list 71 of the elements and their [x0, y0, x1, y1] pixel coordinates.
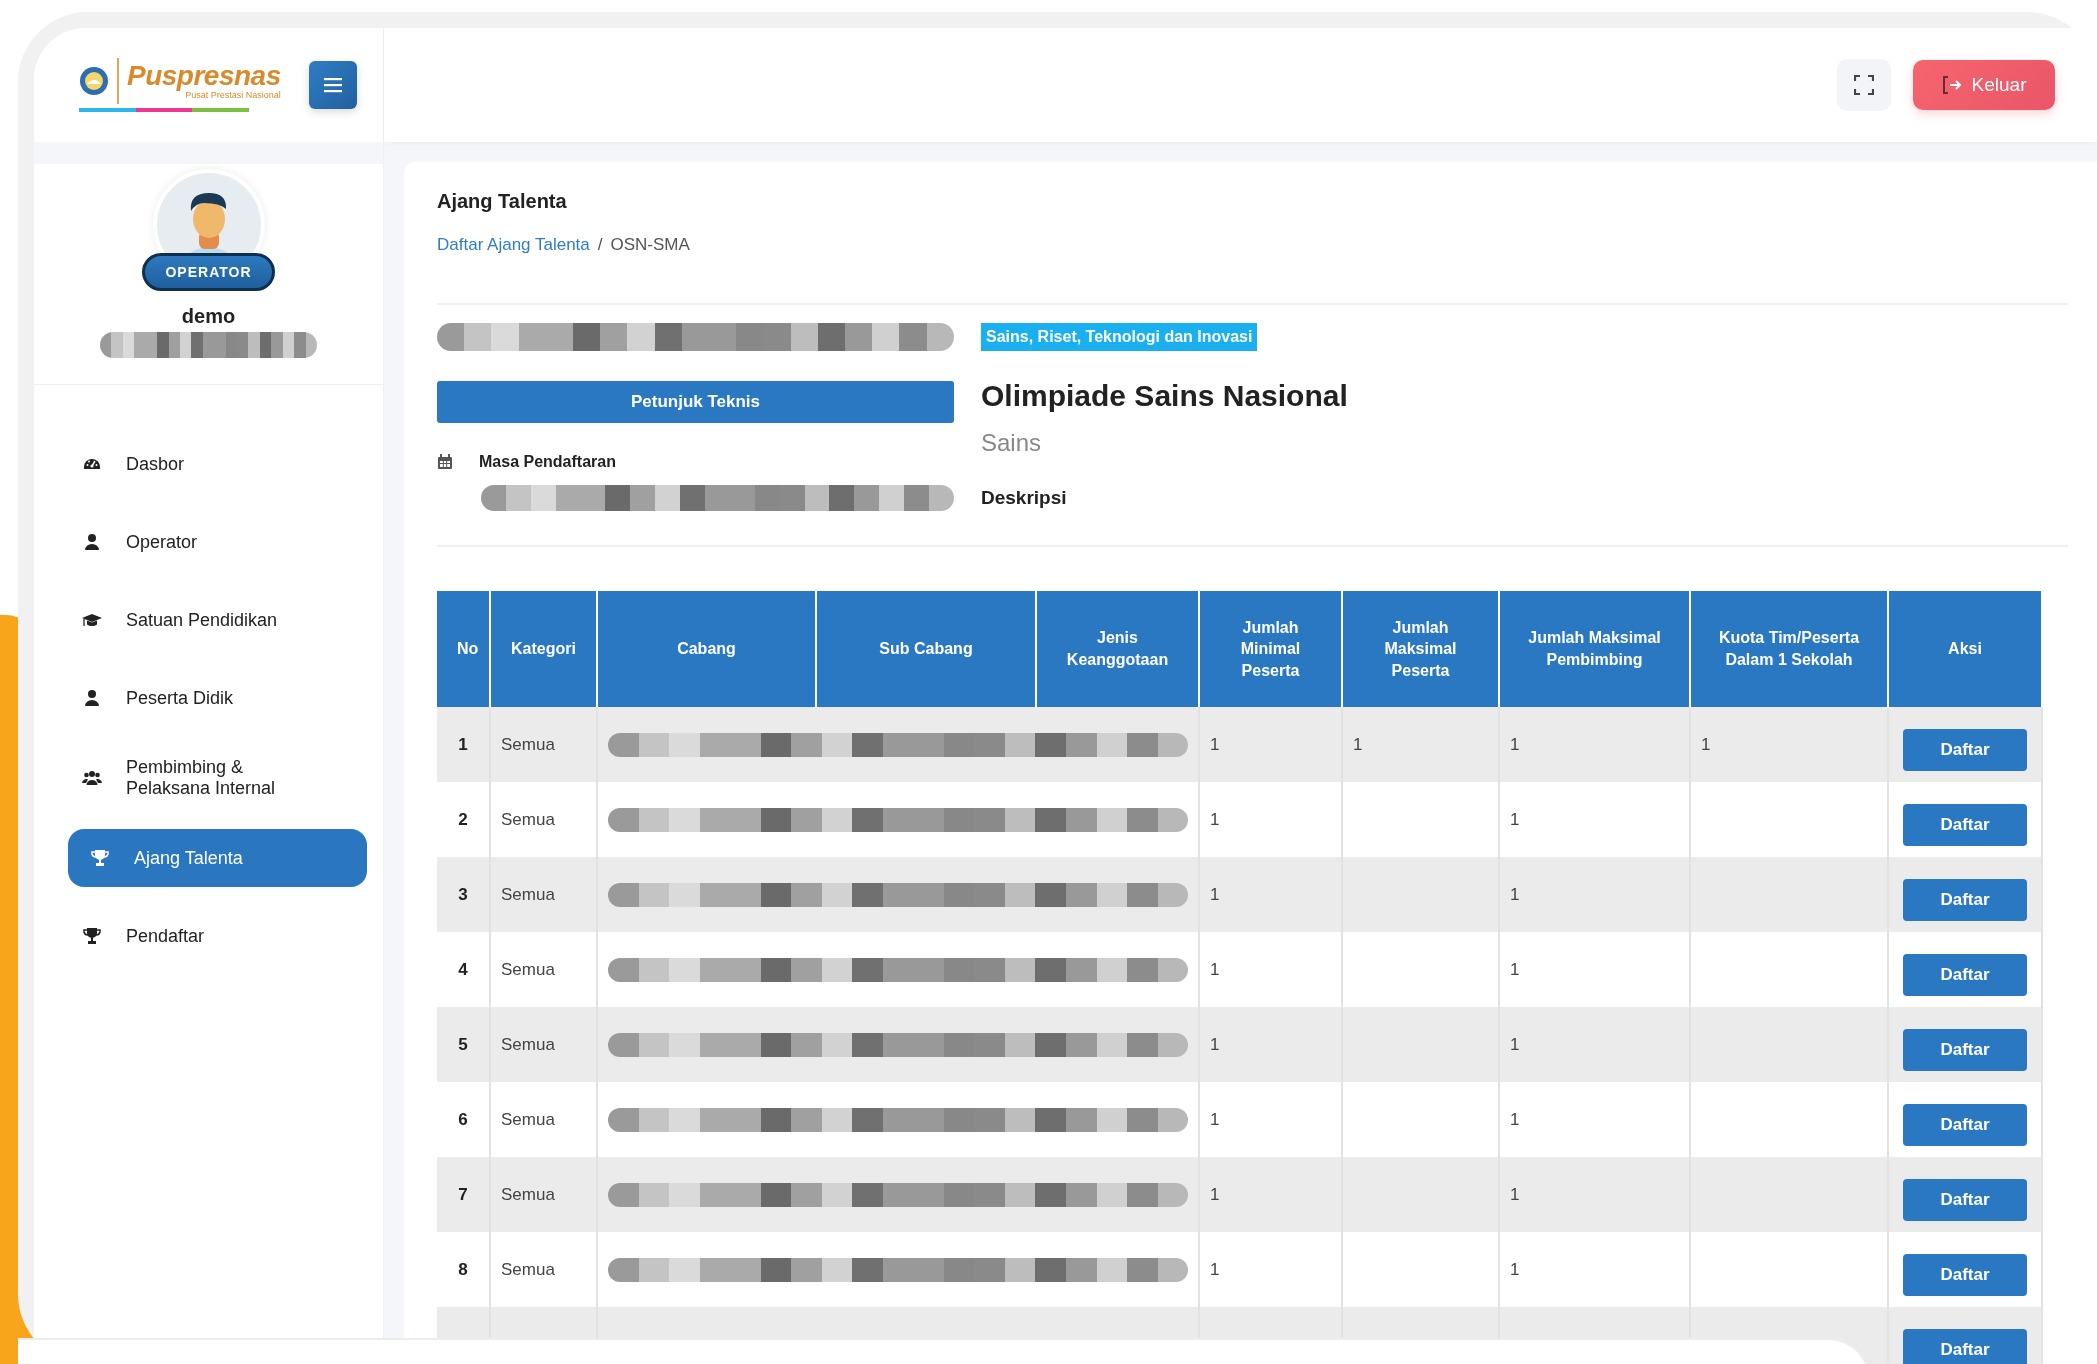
calendar-icon [437, 454, 453, 470]
register-button[interactable]: Daftar [1903, 728, 2027, 771]
register-button[interactable]: Daftar [1903, 953, 2027, 996]
sidebar-item[interactable]: Pendaftar [68, 907, 367, 965]
event-title: Olimpiade Sains Nasional [981, 379, 1348, 413]
table-cell: 7 [437, 1157, 490, 1232]
column-header: Kategori [490, 591, 597, 707]
sidebar-item[interactable]: Pembimbing & Pelaksana Internal [68, 747, 367, 809]
table-cell: Semua [490, 1007, 597, 1082]
breadcrumb-separator: / [597, 235, 603, 255]
column-header: Kuota Tim/Peserta Dalam 1 Sekolah [1690, 591, 1888, 707]
table-cell: 1 [1199, 1157, 1342, 1232]
logout-button[interactable]: Keluar [1913, 60, 2055, 110]
column-header: Jenis Keanggotaan [1036, 591, 1199, 707]
logo-tagline: Pusat Prestasi Nasional [185, 90, 281, 100]
table-cell: 1 [1499, 1157, 1690, 1232]
breadcrumb-current: OSN-SMA [610, 235, 690, 255]
table-cell: 1 [1199, 707, 1342, 782]
column-header: Jumlah Maksimal Peserta [1342, 591, 1499, 707]
column-header: No [437, 591, 490, 707]
register-button[interactable]: Daftar [1903, 803, 2027, 846]
table-cell: Semua [490, 1157, 597, 1232]
emblem-icon [79, 66, 109, 96]
register-button[interactable]: Daftar [1903, 1253, 2027, 1296]
sidebar-item[interactable]: Dasbor [68, 435, 367, 493]
trophy-icon [90, 848, 110, 868]
user-icon [82, 688, 102, 708]
table-cell: 1 [437, 707, 490, 782]
sidebar-item[interactable]: Satuan Pendidikan [68, 591, 367, 649]
table-cell: 1 [1499, 1007, 1690, 1082]
user-icon [82, 532, 102, 552]
table-cell: 1 [1199, 857, 1342, 932]
username: demo [181, 305, 236, 328]
table-cell: 1 [1499, 707, 1690, 782]
table-cell: 1 [1690, 707, 1888, 782]
logout-icon [1941, 75, 1962, 95]
register-button[interactable]: Daftar [1903, 1103, 2027, 1146]
logo-text: Puspresnas [127, 62, 281, 90]
role-badge: OPERATOR [142, 253, 275, 291]
menu-button[interactable] [308, 61, 357, 109]
column-header: Jumlah Maksimal Pembimbing [1499, 591, 1690, 707]
fullscreen-button[interactable] [1837, 59, 1891, 111]
sidebar-item[interactable]: Operator [68, 513, 367, 571]
page-title: Ajang Talenta [437, 190, 568, 213]
table-cell: 5 [437, 1007, 490, 1082]
table-cell: Semua [490, 857, 597, 932]
column-header: Jumlah Minimal Peserta [1199, 591, 1342, 707]
register-button[interactable]: Daftar [1903, 1328, 2027, 1364]
sidebar-item[interactable]: Ajang Talenta [68, 829, 367, 887]
breadcrumb-link[interactable]: Daftar Ajang Talenta [437, 235, 590, 255]
table-cell: Semua [490, 707, 597, 782]
period-label: Masa Pendaftaran [479, 453, 616, 471]
table-cell: 3 [437, 857, 490, 932]
users-icon [82, 768, 102, 788]
menu-icon [323, 77, 342, 93]
column-header: Cabang [597, 591, 816, 707]
register-button[interactable]: Daftar [1903, 1178, 2027, 1221]
event-field: Sains [981, 429, 1042, 457]
category-tag: Sains, Riset, Teknologi dan Inovasi [981, 323, 1258, 351]
table-cell: 1 [1342, 707, 1499, 782]
column-header: Aksi [1888, 591, 2042, 707]
guide-button[interactable]: Petunjuk Teknis [437, 381, 954, 423]
column-header: Sub Cabang [816, 591, 1036, 707]
register-button[interactable]: Daftar [1903, 878, 2027, 921]
table-cell: 1 [1499, 857, 1690, 932]
sidebar-item[interactable]: Peserta Didik [68, 669, 367, 727]
table-cell: 1 [1199, 1007, 1342, 1082]
fullscreen-icon [1854, 75, 1874, 95]
description-label: Deskripsi [981, 487, 1067, 509]
register-button[interactable]: Daftar [1903, 1028, 2027, 1071]
trophy-icon [82, 926, 102, 946]
